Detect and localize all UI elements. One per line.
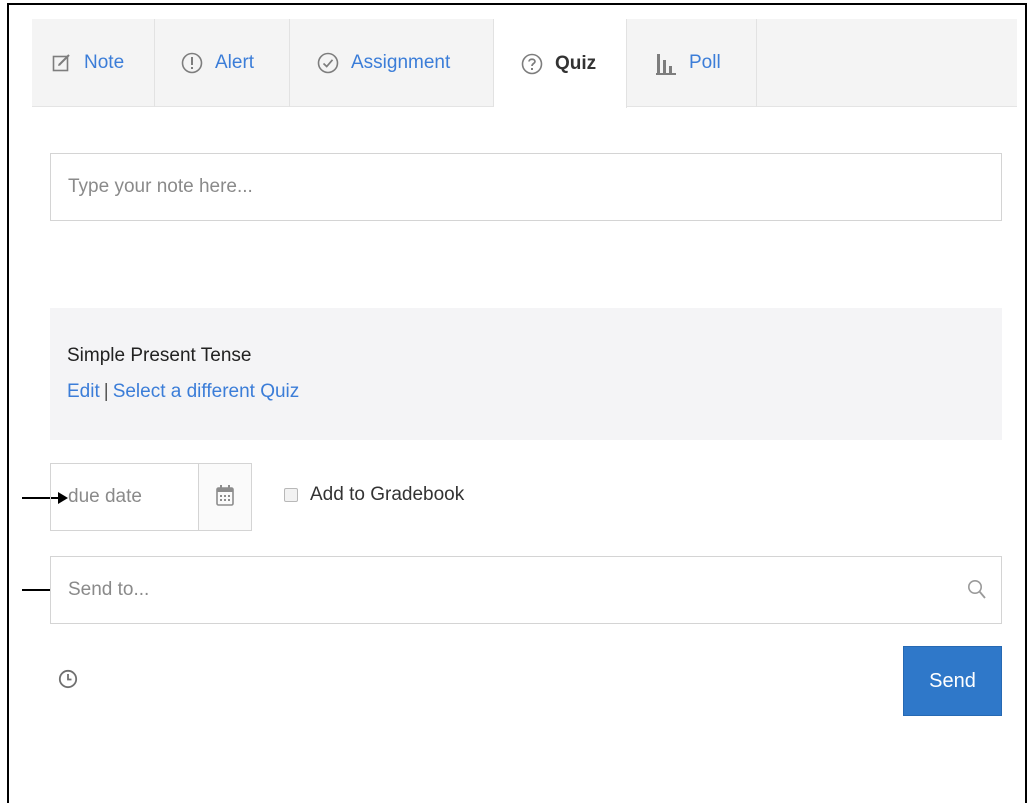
tab-alert-label: Alert <box>215 52 255 73</box>
tab-note-label: Note <box>84 52 125 73</box>
tab-assignment-label: Assignment <box>351 52 451 73</box>
calendar-icon <box>215 484 234 511</box>
schedule-button[interactable] <box>58 669 78 694</box>
note-input[interactable]: Type your note here... <box>50 153 1002 221</box>
question-circle-icon <box>521 53 543 75</box>
post-type-tabs: Note Alert Assignment Quiz Poll <box>32 19 1017 108</box>
tab-assignment[interactable]: Assignment <box>290 19 494 107</box>
gradebook-label: Add to Gradebook <box>310 484 465 505</box>
calendar-button[interactable] <box>197 464 251 530</box>
note-edit-icon <box>52 53 72 73</box>
tab-poll[interactable]: Poll <box>627 19 757 107</box>
search-icon <box>967 579 987 607</box>
gradebook-checkbox[interactable] <box>284 488 298 502</box>
selected-quiz-panel: Simple Present Tense Edit | Select a diffe… <box>50 308 1002 440</box>
quiz-actions: Edit | Select a different Quiz <box>67 381 1002 403</box>
due-date-picker: due date <box>50 463 252 531</box>
tab-note[interactable]: Note <box>32 19 155 107</box>
send-to-placeholder: Send to... <box>68 579 150 600</box>
note-input-placeholder: Type your note here... <box>68 176 253 197</box>
check-circle-icon <box>317 52 339 74</box>
due-date-placeholder: due date <box>68 486 142 507</box>
quiz-title: Simple Present Tense <box>67 345 252 366</box>
link-separator: | <box>103 381 109 402</box>
tab-alert[interactable]: Alert <box>155 19 290 107</box>
due-date-input[interactable]: due date <box>51 464 198 530</box>
add-to-gradebook: Add to Gradebook <box>284 484 464 506</box>
send-button[interactable]: Send <box>903 646 1002 716</box>
edit-quiz-link[interactable]: Edit <box>67 381 100 402</box>
tab-quiz[interactable]: Quiz <box>494 19 627 108</box>
alert-icon <box>181 52 203 74</box>
send-to-input[interactable]: Send to... <box>50 556 1002 624</box>
bar-chart-icon <box>655 50 677 76</box>
clock-icon <box>58 669 78 693</box>
tab-poll-label: Poll <box>689 52 721 73</box>
send-button-label: Send <box>929 669 976 692</box>
tab-quiz-label: Quiz <box>555 52 597 74</box>
select-different-quiz-link[interactable]: Select a different Quiz <box>113 381 300 402</box>
